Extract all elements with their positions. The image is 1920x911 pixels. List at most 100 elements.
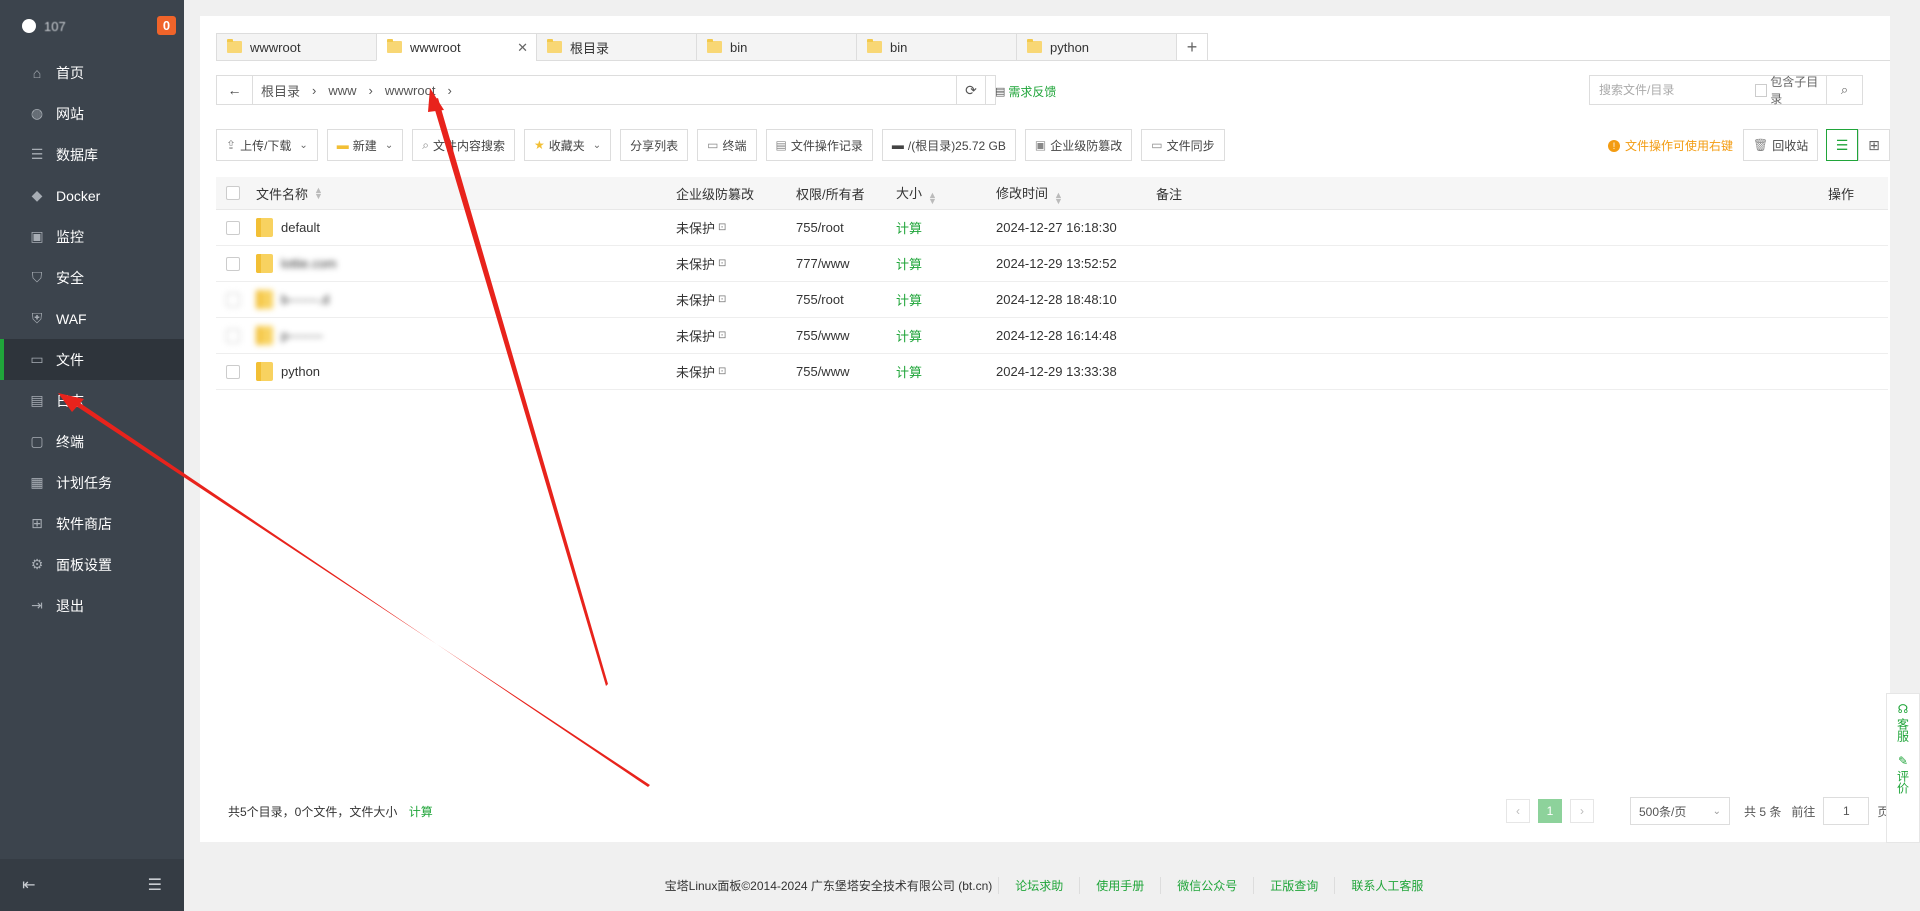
breadcrumb-root[interactable]: 根目录 xyxy=(261,81,300,100)
close-icon[interactable]: ✕ xyxy=(517,40,528,56)
search-icon[interactable]: ⌕ xyxy=(1827,75,1863,105)
calc-size-link[interactable]: 计算 xyxy=(896,326,996,345)
sidebar-item-terminal[interactable]: ▢ 终端 xyxy=(0,421,184,462)
include-subdir-checkbox[interactable]: 包含子目录 xyxy=(1755,73,1826,107)
sidebar-item-files[interactable]: ▭ 文件 xyxy=(0,339,184,380)
table-row[interactable]: lottie.com 未保护 ⊡ 777/www 计算 2024-12-29 13… xyxy=(216,246,1888,282)
footer-link-wechat[interactable]: 微信公众号 xyxy=(1160,876,1253,894)
new-button[interactable]: ▬ 新建 ⌄ xyxy=(326,129,404,161)
table-row[interactable]: p-------- 未保护 ⊡ 755/www 计算 2024-12-28 16:… xyxy=(216,318,1888,354)
table-row[interactable]: b-------.d 未保护 ⊡ 755/root 计算 2024-12-28 1… xyxy=(216,282,1888,318)
menu-icon[interactable]: ☰ xyxy=(148,875,162,895)
footer-link-license[interactable]: 正版查询 xyxy=(1253,876,1334,894)
permission[interactable]: 755/www xyxy=(796,364,896,379)
content-search-button[interactable]: ⌕ 文件内容搜索 xyxy=(412,129,515,161)
refresh-button[interactable]: ⟳ xyxy=(956,75,986,105)
recycle-bin-button[interactable]: 🗑︎ 回收站 xyxy=(1743,129,1819,161)
sort-icon[interactable]: ▲ ▼ xyxy=(928,190,937,205)
protect-status[interactable]: 未保护 xyxy=(676,326,715,345)
prev-page-icon[interactable]: ‹ xyxy=(1506,799,1530,823)
select-all-checkbox[interactable] xyxy=(226,186,240,200)
file-name[interactable]: lottie.com xyxy=(281,256,337,271)
calc-total-link[interactable]: 计算 xyxy=(409,805,433,819)
file-name[interactable]: default xyxy=(281,220,320,235)
sidebar-item-logout[interactable]: ⇥ 退出 xyxy=(0,585,184,626)
file-name[interactable]: p-------- xyxy=(281,328,323,343)
row-checkbox[interactable] xyxy=(226,328,240,343)
op-log-button[interactable]: ▤ 文件操作记录 xyxy=(765,129,873,161)
page-jump-input[interactable]: 1 xyxy=(1823,797,1870,825)
breadcrumb-www[interactable]: www xyxy=(328,83,356,98)
sidebar-item-website[interactable]: ◍ 网站 xyxy=(0,93,184,134)
page-number[interactable]: 1 xyxy=(1538,799,1562,823)
permission[interactable]: 755/root xyxy=(796,292,896,307)
search-input[interactable] xyxy=(1599,83,1749,97)
calc-size-link[interactable]: 计算 xyxy=(896,290,996,309)
add-tab-button[interactable]: + xyxy=(1176,33,1208,61)
file-name[interactable]: b-------.d xyxy=(281,292,329,307)
tamper-button[interactable]: ▣ 企业级防篡改 xyxy=(1024,129,1133,161)
sidebar-item-docker[interactable]: ◆ Docker xyxy=(0,175,184,216)
footer-link-manual[interactable]: 使用手册 xyxy=(1079,876,1160,894)
collapse-sidebar-icon[interactable]: ⇤ xyxy=(22,875,35,895)
calc-size-link[interactable]: 计算 xyxy=(896,218,996,237)
upload-download-button[interactable]: ⇪ 上传/下载 ⌄ xyxy=(216,129,318,161)
tab-wwwroot-2[interactable]: wwwroot ✕ xyxy=(376,33,536,61)
protect-status[interactable]: 未保护 xyxy=(676,362,715,381)
col-size[interactable]: 大小 ▲ ▼ xyxy=(896,183,996,206)
sort-icon[interactable]: ▲ ▼ xyxy=(1054,190,1063,205)
row-checkbox[interactable] xyxy=(226,256,240,271)
protect-status[interactable]: 未保护 xyxy=(676,218,715,237)
notification-badge[interactable]: 0 xyxy=(157,16,176,35)
sidebar-item-cron[interactable]: ▦ 计划任务 xyxy=(0,462,184,503)
sync-button[interactable]: ▭ 文件同步 xyxy=(1141,129,1225,161)
back-icon[interactable]: ← xyxy=(217,76,253,104)
tab-wwwroot-1[interactable]: wwwroot xyxy=(216,33,376,61)
sidebar-item-security[interactable]: ⛉ 安全 xyxy=(0,257,184,298)
server-ip[interactable]: 107 xyxy=(44,19,154,34)
permission[interactable]: 755/www xyxy=(796,328,896,343)
protect-status[interactable]: 未保护 xyxy=(676,290,715,309)
list-view-icon[interactable]: ☰ xyxy=(1826,129,1858,161)
file-name[interactable]: python xyxy=(281,364,320,379)
customer-service-button[interactable]: 客服 xyxy=(1895,718,1912,742)
sidebar-item-database[interactable]: ☰ 数据库 xyxy=(0,134,184,175)
feedback-link[interactable]: ▤ 需求反馈 xyxy=(995,83,1056,100)
page-size-select[interactable]: 500条/页 ⌄ xyxy=(1630,797,1730,825)
permission[interactable]: 755/root xyxy=(796,220,896,235)
sidebar-item-logs[interactable]: ▤ 日志 xyxy=(0,380,184,421)
tab-root[interactable]: 根目录 xyxy=(536,33,696,61)
table-row[interactable]: python 未保护 ⊡ 755/www 计算 2024-12-29 13:33:… xyxy=(216,354,1888,390)
tab-bin-2[interactable]: bin xyxy=(856,33,1016,61)
calc-size-link[interactable]: 计算 xyxy=(896,362,996,381)
sidebar-item-settings[interactable]: ⚙ 面板设置 xyxy=(0,544,184,585)
breadcrumb-wwwroot[interactable]: wwwroot xyxy=(385,83,436,98)
permission[interactable]: 777/www xyxy=(796,256,896,271)
favorites-button[interactable]: ★ 收藏夹 ⌄ xyxy=(523,129,612,161)
review-button[interactable]: 评价 xyxy=(1895,770,1912,794)
calc-size-link[interactable]: 计算 xyxy=(896,254,996,273)
footer-link-support[interactable]: 联系人工客服 xyxy=(1334,876,1439,894)
terminal-button[interactable]: ▭ 终端 xyxy=(697,129,757,161)
tab-bin-1[interactable]: bin xyxy=(696,33,856,61)
row-checkbox[interactable] xyxy=(226,364,240,379)
grid-view-icon[interactable]: ⊞ xyxy=(1858,129,1890,161)
sidebar-item-monitor[interactable]: ▣ 监控 xyxy=(0,216,184,257)
tab-python[interactable]: python xyxy=(1016,33,1176,61)
protect-status[interactable]: 未保护 xyxy=(676,254,715,273)
col-name[interactable]: 文件名称 ▲ ▼ xyxy=(256,184,676,203)
sort-icon[interactable]: ▲ ▼ xyxy=(314,186,323,201)
disk-button[interactable]: ▬/(根目录)25.72 GB xyxy=(881,129,1016,161)
row-checkbox[interactable] xyxy=(226,220,240,235)
path-bar[interactable]: ← 根目录 › www › wwwroot › xyxy=(216,75,996,105)
share-list-button[interactable]: 分享列表 xyxy=(620,129,689,161)
sidebar-item-home[interactable]: ⌂ 首页 xyxy=(0,52,184,93)
row-checkbox[interactable] xyxy=(226,292,240,307)
checkbox[interactable] xyxy=(1755,83,1768,97)
col-mtime[interactable]: 修改时间 ▲ ▼ xyxy=(996,183,1156,206)
sidebar-item-store[interactable]: ⊞ 软件商店 xyxy=(0,503,184,544)
footer-link-forum[interactable]: 论坛求助 xyxy=(998,876,1079,894)
table-row[interactable]: default 未保护 ⊡ 755/root 计算 2024-12-27 16:1… xyxy=(216,210,1888,246)
next-page-icon[interactable]: › xyxy=(1570,799,1594,823)
sidebar-item-waf[interactable]: ⛨ WAF xyxy=(0,298,184,339)
